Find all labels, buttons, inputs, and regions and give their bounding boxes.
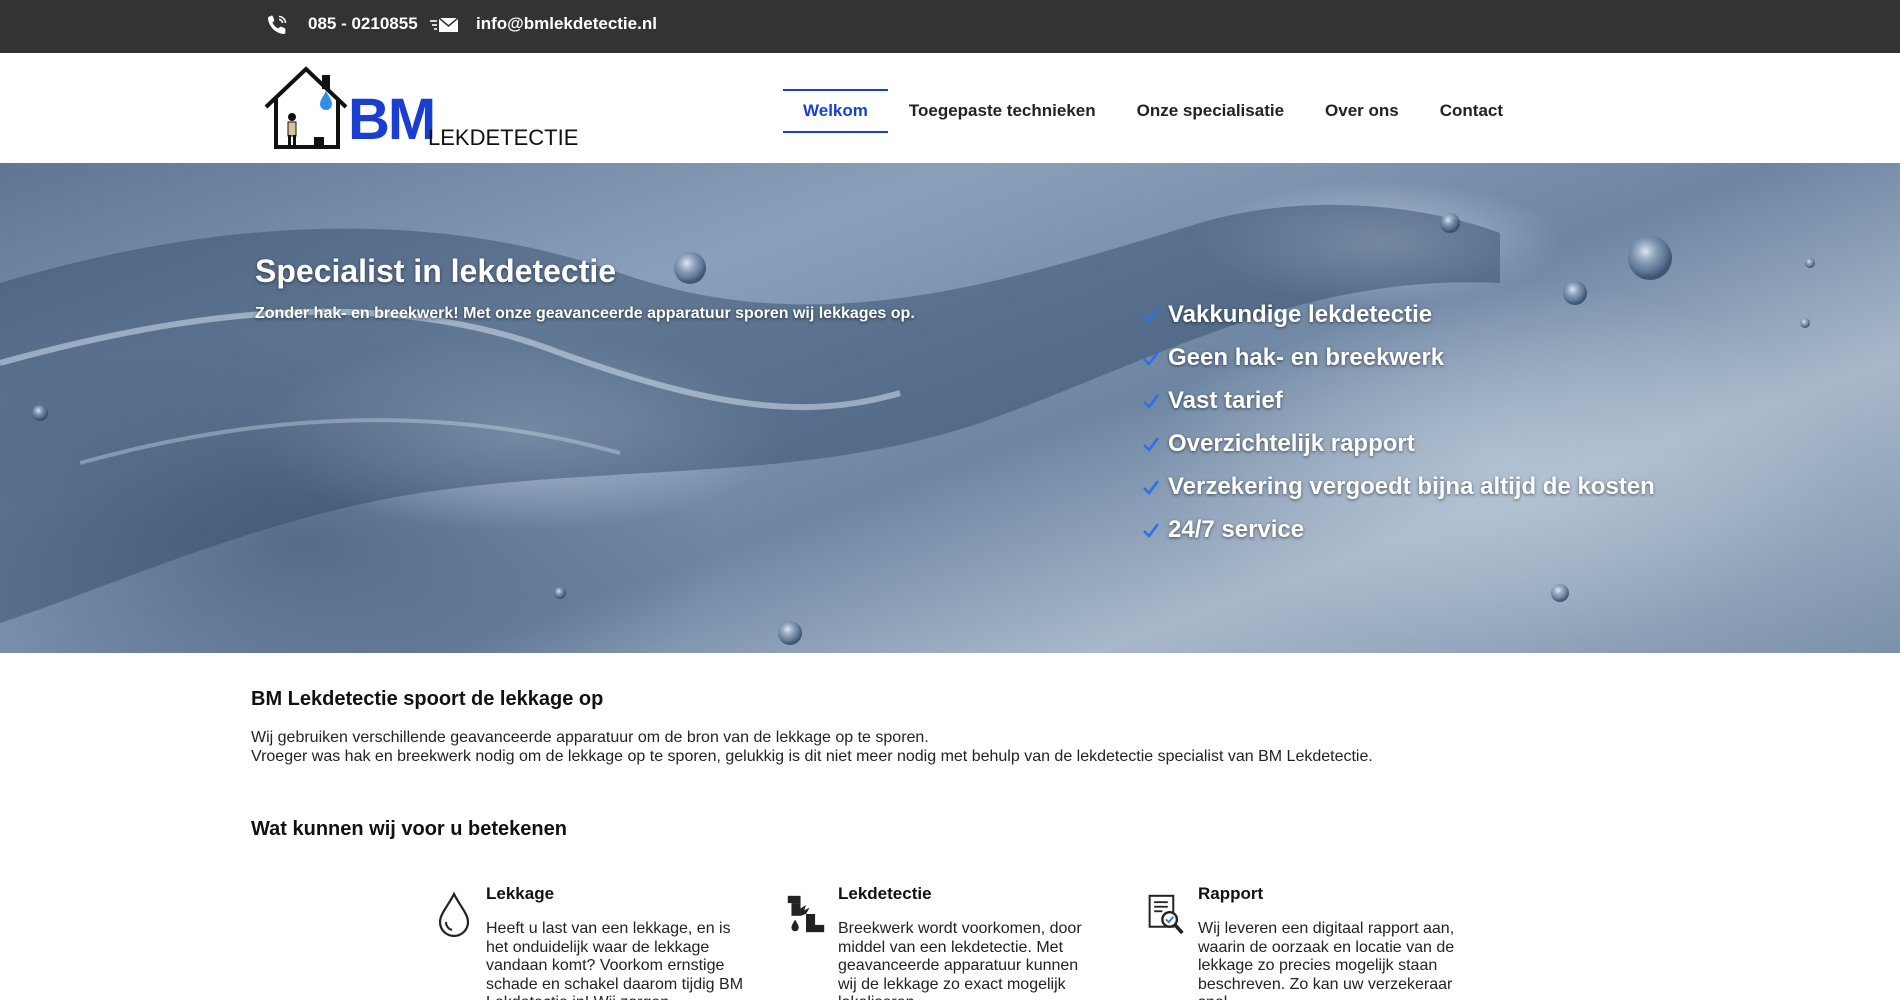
check-icon — [1143, 436, 1160, 452]
nav-item-over-ons[interactable]: Over ons — [1305, 89, 1419, 133]
site-header: BM LEKDETECTIE Welkom Toegepaste technie… — [0, 53, 1900, 163]
hero-title: Specialist in lekdetectie — [255, 253, 617, 289]
feature-text: Vast tarief — [1168, 386, 1283, 414]
nav-item-toegepaste-technieken[interactable]: Toegepaste technieken — [889, 89, 1116, 133]
phone-icon — [267, 15, 287, 35]
top-contact-bar: 085 - 0210855 info@bmlekdetectie.nl — [0, 0, 1900, 53]
water-drop-icon — [438, 891, 470, 938]
feature-text: Vakkundige lekdetectie — [1168, 300, 1433, 328]
intro-heading: BM Lekdetectie spoort de lekkage op — [251, 688, 604, 710]
hero-banner: Specialist in lekdetectie Zonder hak- en… — [0, 163, 1900, 653]
feature-list: Vakkundige lekdetectie Geen hak- en bree… — [1140, 293, 1655, 551]
service-text: Heeft u last van een lekkage, en is het … — [486, 920, 744, 1000]
feature-item: Overzichtelijk rapport — [1140, 422, 1655, 465]
email-link[interactable]: info@bmlekdetectie.nl — [476, 14, 657, 34]
logo[interactable]: BM LEKDETECTIE — [262, 65, 578, 155]
feature-text: Verzekering vergoedt bijna altijd de kos… — [1168, 472, 1655, 500]
report-search-icon — [1148, 894, 1184, 935]
house-logo-icon — [264, 66, 348, 149]
logo-bm-text: BM — [348, 87, 436, 152]
feature-item: 24/7 service — [1140, 508, 1655, 551]
feature-text: Overzichtelijk rapport — [1168, 429, 1415, 457]
service-text: Wij leveren een digitaal rapport aan, wa… — [1198, 920, 1455, 1000]
hero-subtitle: Zonder hak- en breekwerk! Met onze geava… — [255, 305, 915, 322]
mail-icon — [430, 17, 459, 32]
intro-paragraph: Wij gebruiken verschillende geavanceerde… — [251, 728, 1373, 766]
nav-item-contact[interactable]: Contact — [1420, 89, 1523, 133]
service-title: Lekkage — [486, 884, 555, 903]
intro-line: Vroeger was hak en breekwerk nodig om de… — [251, 748, 1373, 765]
feature-text: Geen hak- en breekwerk — [1168, 343, 1445, 371]
check-icon — [1143, 522, 1160, 538]
logo-subtitle: LEKDETECTIE — [428, 125, 579, 150]
check-icon — [1143, 393, 1160, 409]
nav-item-welkom[interactable]: Welkom — [783, 89, 888, 133]
feature-item: Geen hak- en breekwerk — [1140, 336, 1655, 379]
service-title: Rapport — [1198, 884, 1264, 903]
main-navigation: Welkom Toegepaste technieken Onze specia… — [783, 89, 1524, 133]
services-heading: Wat kunnen wij voor u betekenen — [251, 818, 567, 840]
feature-item: Verzekering vergoedt bijna altijd de kos… — [1140, 465, 1655, 508]
phone-number-link[interactable]: 085 - 0210855 — [308, 14, 418, 34]
feature-item: Vakkundige lekdetectie — [1140, 293, 1655, 336]
check-icon — [1143, 479, 1160, 495]
feature-text: 24/7 service — [1168, 515, 1305, 543]
nav-item-onze-specialisatie[interactable]: Onze specialisatie — [1117, 89, 1304, 133]
broken-pipe-icon — [787, 895, 825, 933]
check-icon — [1143, 350, 1160, 366]
intro-line: Wij gebruiken verschillende geavanceerde… — [251, 729, 929, 746]
feature-item: Vast tarief — [1140, 379, 1655, 422]
service-text: Breekwerk wordt voorkomen, door middel v… — [838, 920, 1082, 1000]
check-icon — [1143, 307, 1160, 323]
service-title: Lekdetectie — [838, 884, 932, 903]
